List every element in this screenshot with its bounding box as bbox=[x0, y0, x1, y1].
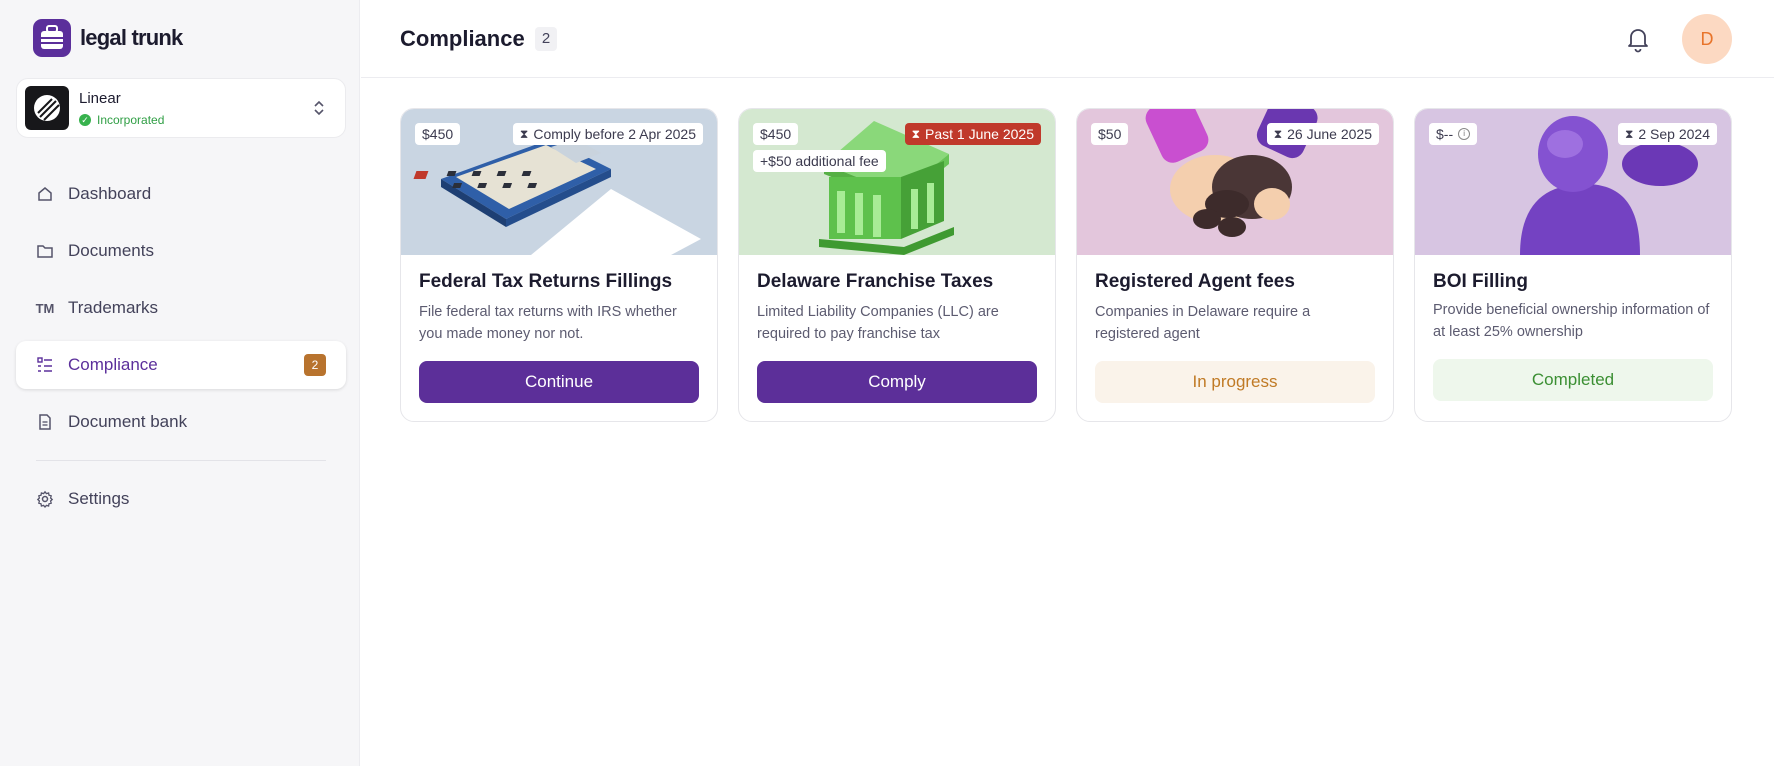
card-description: Provide beneficial ownership information… bbox=[1433, 302, 1710, 340]
hourglass-icon: ⧗ bbox=[519, 127, 529, 141]
company-status-label: Incorporated bbox=[97, 112, 165, 127]
calculator-illustration: $450 ⧗ Comply before 2 Apr 2025 bbox=[401, 109, 717, 255]
company-status: ✓ Incorporated bbox=[79, 113, 309, 127]
overdue-date-tag: ⧗ Past 1 June 2025 bbox=[904, 123, 1041, 145]
user-avatar[interactable]: D bbox=[1682, 14, 1732, 64]
card-description: Limited Liability Companies (LLC) are re… bbox=[757, 304, 999, 342]
handshake-illustration: $50 ⧗ 26 June 2025 bbox=[1077, 109, 1393, 255]
price-tag: $50 bbox=[1091, 123, 1129, 145]
compliance-card-boi-filing[interactable]: $-- i ⧗ 2 Sep 2024 BOI Filling Provide b… bbox=[1414, 108, 1732, 422]
sidebar: legal trunk Linear ✓ Incorporated Dashbo… bbox=[0, 0, 360, 766]
due-date-label: 2 Sep 2024 bbox=[1638, 126, 1710, 142]
list-check-icon bbox=[36, 356, 54, 374]
sidebar-item-label: Documents bbox=[68, 241, 154, 260]
due-date-tag: ⧗ 2 Sep 2024 bbox=[1617, 123, 1717, 145]
sidebar-item-document-bank[interactable]: Document bank bbox=[16, 398, 346, 446]
card-description: File federal tax returns with IRS whethe… bbox=[419, 304, 677, 342]
linear-logo-icon bbox=[34, 95, 60, 121]
page-header: Compliance 2 D bbox=[361, 0, 1774, 78]
company-avatar bbox=[25, 86, 69, 130]
due-date-tag: ⧗ 26 June 2025 bbox=[1266, 123, 1379, 145]
company-name: Linear bbox=[79, 89, 121, 107]
compliance-card-delaware-franchise[interactable]: $450 +$50 additional fee ⧗ Past 1 June 2… bbox=[738, 108, 1056, 422]
due-date-tag: ⧗ Comply before 2 Apr 2025 bbox=[512, 123, 703, 145]
card-title: BOI Filling bbox=[1433, 271, 1528, 292]
compliance-count-badge: 2 bbox=[304, 354, 326, 376]
trademark-icon: TM bbox=[35, 300, 55, 316]
due-date-label: Past 1 June 2025 bbox=[925, 126, 1034, 142]
sidebar-nav: Dashboard Documents TM Trademarks Compli… bbox=[16, 170, 346, 532]
card-title: Federal Tax Returns Fillings bbox=[419, 271, 673, 292]
compliance-cards: $450 ⧗ Comply before 2 Apr 2025 Federal … bbox=[400, 108, 1732, 422]
check-circle-icon: ✓ bbox=[79, 113, 91, 126]
compliance-card-registered-agent[interactable]: $50 ⧗ 26 June 2025 Registered Agent fees… bbox=[1076, 108, 1394, 422]
due-date-label: 26 June 2025 bbox=[1287, 126, 1372, 142]
sidebar-item-compliance[interactable]: Compliance 2 bbox=[16, 341, 346, 389]
gear-icon bbox=[36, 490, 54, 508]
sidebar-item-documents[interactable]: Documents bbox=[16, 227, 346, 275]
card-description: Companies in Delaware require a register… bbox=[1095, 304, 1311, 342]
briefcase-logo-icon bbox=[33, 19, 71, 57]
hourglass-icon: ⧗ bbox=[911, 127, 921, 141]
sidebar-item-label: Compliance bbox=[68, 355, 158, 374]
folder-icon bbox=[36, 242, 54, 260]
price-tag: $450 bbox=[415, 123, 461, 145]
home-icon bbox=[36, 185, 54, 203]
sidebar-item-label: Dashboard bbox=[68, 184, 152, 203]
brand-name: legal trunk bbox=[80, 25, 183, 50]
hourglass-icon: ⧗ bbox=[1624, 127, 1634, 141]
sidebar-item-settings[interactable]: Settings bbox=[16, 475, 346, 523]
comply-button[interactable]: Comply bbox=[757, 361, 1037, 403]
page-title: Compliance bbox=[400, 26, 525, 51]
due-date-label: Comply before 2 Apr 2025 bbox=[533, 126, 696, 142]
logo[interactable]: legal trunk bbox=[32, 18, 183, 58]
nav-divider bbox=[36, 460, 326, 461]
sidebar-item-label: Settings bbox=[68, 489, 130, 508]
sidebar-item-dashboard[interactable]: Dashboard bbox=[16, 170, 346, 218]
price-label: $-- bbox=[1436, 126, 1454, 142]
company-switcher[interactable]: Linear ✓ Incorporated bbox=[16, 78, 346, 138]
info-icon[interactable]: i bbox=[1458, 128, 1471, 140]
additional-fee-tag: +$50 additional fee bbox=[753, 150, 886, 172]
bell-icon[interactable] bbox=[1623, 24, 1653, 54]
card-title: Delaware Franchise Taxes bbox=[757, 271, 994, 292]
chevron-up-down-icon bbox=[314, 100, 324, 116]
completed-status: Completed bbox=[1433, 359, 1713, 401]
price-tag: $-- i bbox=[1429, 123, 1478, 145]
sidebar-item-trademarks[interactable]: TM Trademarks bbox=[16, 284, 346, 332]
user-illustration: $-- i ⧗ 2 Sep 2024 bbox=[1415, 109, 1731, 255]
sidebar-item-label: Trademarks bbox=[68, 298, 159, 317]
continue-button[interactable]: Continue bbox=[419, 361, 699, 403]
page-count-badge: 2 bbox=[535, 27, 557, 51]
compliance-card-federal-tax[interactable]: $450 ⧗ Comply before 2 Apr 2025 Federal … bbox=[400, 108, 718, 422]
document-icon bbox=[36, 413, 54, 431]
in-progress-status: In progress bbox=[1095, 361, 1375, 403]
sidebar-item-label: Document bank bbox=[68, 412, 188, 431]
bank-illustration: $450 +$50 additional fee ⧗ Past 1 June 2… bbox=[739, 109, 1055, 255]
hourglass-icon: ⧗ bbox=[1273, 127, 1283, 141]
card-title: Registered Agent fees bbox=[1095, 271, 1295, 292]
price-tag: $450 bbox=[753, 123, 799, 145]
